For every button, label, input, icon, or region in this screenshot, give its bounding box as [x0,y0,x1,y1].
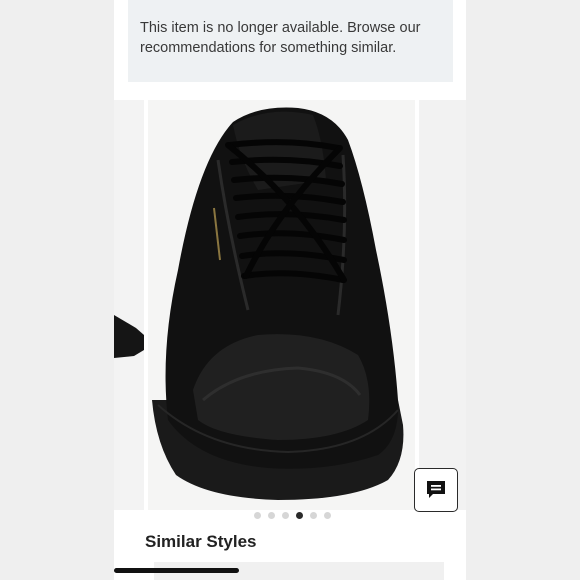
previous-shoe-image [114,315,144,358]
pagination-dot[interactable] [309,512,317,519]
pagination-dot[interactable] [267,512,275,519]
pagination-dot[interactable] [281,512,289,519]
home-indicator[interactable] [114,568,239,573]
chat-button[interactable] [414,468,458,512]
notice-line-1: This item is no longer available. Browse… [140,20,421,36]
previous-slide[interactable] [114,100,144,510]
pagination-dot-active[interactable] [295,512,303,519]
pagination-dot[interactable] [323,512,331,519]
product-page: This item is no longer available. Browse… [114,0,466,580]
notice-line-2: recommendations for something similar. [140,40,397,56]
chat-icon [427,481,445,498]
sneaker-image [152,107,404,500]
carousel-pagination [114,512,466,522]
background-left [0,0,114,580]
next-slide[interactable] [419,100,466,510]
background-right [466,0,580,580]
similar-styles-heading: Similar Styles [145,532,257,551]
pagination-dot[interactable] [253,512,261,519]
product-image-carousel[interactable] [114,100,466,510]
current-slide[interactable] [148,100,415,510]
unavailable-notice: This item is no longer available. Browse… [128,0,453,82]
